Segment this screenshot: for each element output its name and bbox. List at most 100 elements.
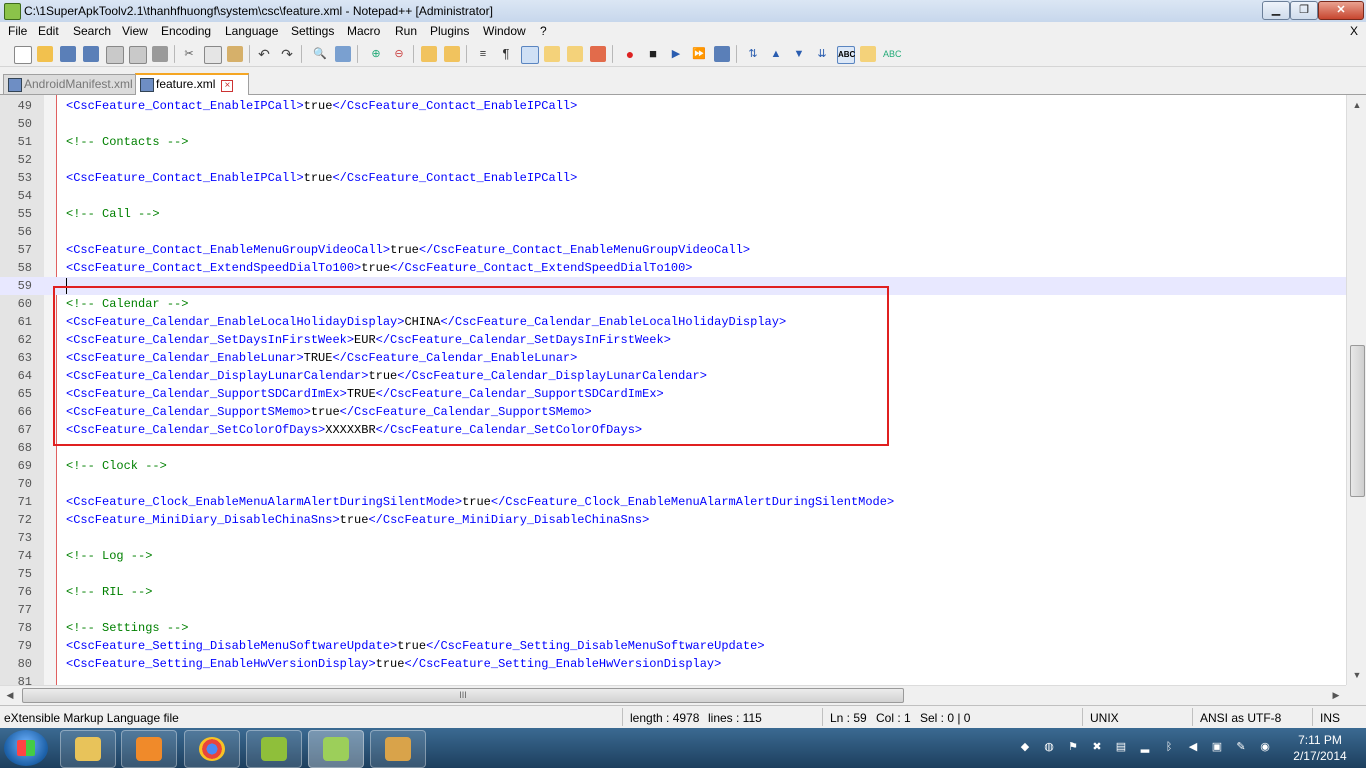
- monitor-tray-icon[interactable]: ▣: [1210, 740, 1224, 754]
- taskbar-paint[interactable]: [370, 730, 426, 768]
- menu-edit[interactable]: Edit: [38, 24, 59, 38]
- menu-help[interactable]: ?: [540, 24, 547, 38]
- menu-view[interactable]: View: [122, 24, 148, 38]
- status-eol[interactable]: UNIX: [1090, 711, 1119, 725]
- sync-vertical-icon[interactable]: [421, 46, 437, 62]
- bluetooth-tray-icon[interactable]: ᛒ: [1162, 740, 1176, 754]
- find-icon[interactable]: 🔍: [312, 46, 328, 62]
- scroll-down-arrow-icon[interactable]: ▼: [1349, 667, 1365, 683]
- code-line[interactable]: 51 <!-- Contacts -->: [0, 133, 1346, 151]
- tab-androidmanifest[interactable]: AndroidManifest.xml×: [3, 74, 152, 94]
- menu-plugins[interactable]: Plugins: [430, 24, 469, 38]
- code-line[interactable]: 56: [0, 223, 1346, 241]
- minimize-button[interactable]: ▁: [1262, 1, 1290, 20]
- redo-icon[interactable]: ↷: [279, 46, 295, 62]
- auto-spell-icon[interactable]: ABC: [883, 46, 902, 62]
- horizontal-scrollbar[interactable]: ◀ III ▶: [0, 685, 1346, 704]
- print-icon[interactable]: [152, 46, 168, 62]
- notepadpp-app-icon[interactable]: [4, 3, 21, 20]
- code-line[interactable]: 54: [0, 187, 1346, 205]
- code-line[interactable]: 49 <CscFeature_Contact_EnableIPCall>true<…: [0, 97, 1346, 115]
- taskbar-clock[interactable]: 7:11 PM 2/17/2014: [1288, 732, 1352, 764]
- code-line[interactable]: 71 <CscFeature_Clock_EnableMenuAlarmAlert…: [0, 493, 1346, 511]
- run-macro-multiple-icon[interactable]: ⏩: [691, 46, 707, 62]
- menu-language[interactable]: Language: [225, 24, 278, 38]
- code-line[interactable]: 75: [0, 565, 1346, 583]
- code-line[interactable]: 53 <CscFeature_Contact_EnableIPCall>true<…: [0, 169, 1346, 187]
- antivirus-tray-icon[interactable]: ✖: [1090, 740, 1104, 754]
- code-line[interactable]: 64 <CscFeature_Calendar_DisplayLunarCalen…: [0, 367, 1346, 385]
- code-line[interactable]: 76 <!-- RIL -->: [0, 583, 1346, 601]
- menu-window[interactable]: Window: [483, 24, 526, 38]
- horizontal-scroll-thumb[interactable]: III: [22, 688, 904, 703]
- network-tray-icon[interactable]: ◍: [1042, 740, 1056, 754]
- code-line[interactable]: 50: [0, 115, 1346, 133]
- user-language-icon[interactable]: [544, 46, 560, 62]
- compare-icon[interactable]: ⇅: [745, 46, 761, 62]
- code-line[interactable]: 62 <CscFeature_Calendar_SetDaysInFirstWee…: [0, 331, 1346, 349]
- save-macro-icon[interactable]: [714, 46, 730, 62]
- vertical-scroll-thumb[interactable]: [1350, 345, 1365, 497]
- zoom-in-icon[interactable]: ⊕: [368, 46, 384, 62]
- close-window-button[interactable]: ✕: [1318, 1, 1364, 20]
- code-line[interactable]: 57 <CscFeature_Contact_EnableMenuGroupVid…: [0, 241, 1346, 259]
- function-list-icon[interactable]: [590, 46, 606, 62]
- wifi-signal-tray-icon[interactable]: ▂: [1138, 740, 1152, 754]
- save-icon[interactable]: [60, 46, 76, 62]
- code-line[interactable]: 59: [0, 277, 1346, 295]
- vertical-scrollbar[interactable]: ▲ ▼: [1346, 95, 1366, 685]
- code-line[interactable]: 52: [0, 151, 1346, 169]
- code-line[interactable]: 67 <CscFeature_Calendar_SetColorOfDays>XX…: [0, 421, 1346, 439]
- scroll-up-arrow-icon[interactable]: ▲: [1349, 97, 1365, 113]
- zoom-out-icon[interactable]: ⊖: [391, 46, 407, 62]
- code-line[interactable]: 58 <CscFeature_Contact_ExtendSpeedDialTo1…: [0, 259, 1346, 277]
- close-file-icon[interactable]: [106, 46, 124, 64]
- menu-search[interactable]: Search: [73, 24, 111, 38]
- prev-diff-icon[interactable]: ▲: [768, 46, 784, 62]
- paste-icon[interactable]: [227, 46, 243, 62]
- volume-tray-icon[interactable]: ◀: [1186, 740, 1200, 754]
- taskbar-explorer[interactable]: [60, 730, 116, 768]
- doc-map-icon[interactable]: [567, 46, 583, 62]
- stop-macro-icon[interactable]: ■: [645, 46, 661, 62]
- code-line[interactable]: 65 <CscFeature_Calendar_SupportSDCardImEx…: [0, 385, 1346, 403]
- scroll-left-arrow-icon[interactable]: ◀: [2, 687, 18, 703]
- tools-tray-icon[interactable]: ✎: [1234, 740, 1248, 754]
- word-wrap-icon[interactable]: ≡: [475, 46, 491, 62]
- code-line[interactable]: 79 <CscFeature_Setting_DisableMenuSoftwar…: [0, 637, 1346, 655]
- start-button[interactable]: [4, 730, 48, 766]
- play-macro-icon[interactable]: ▶: [668, 46, 684, 62]
- flag-tray-icon[interactable]: ⚑: [1066, 740, 1080, 754]
- code-line[interactable]: 55 <!-- Call -->: [0, 205, 1346, 223]
- update-tray-icon[interactable]: ◉: [1258, 740, 1272, 754]
- tab-feature-xml[interactable]: feature.xml ×: [135, 73, 249, 96]
- show-all-chars-icon[interactable]: ¶: [498, 46, 514, 62]
- close-all-icon[interactable]: [129, 46, 147, 64]
- open-file-icon[interactable]: [37, 46, 53, 62]
- sync-horizontal-icon[interactable]: [444, 46, 460, 62]
- taskbar-apktool[interactable]: [246, 730, 302, 768]
- last-diff-icon[interactable]: ⇊: [814, 46, 830, 62]
- code-editor[interactable]: 49 <CscFeature_Contact_EnableIPCall>true<…: [0, 95, 1346, 685]
- indent-guide-icon[interactable]: [521, 46, 539, 64]
- menu-run[interactable]: Run: [395, 24, 417, 38]
- code-line[interactable]: 73: [0, 529, 1346, 547]
- menu-file[interactable]: File: [8, 24, 27, 38]
- usb-tray-icon[interactable]: ▤: [1114, 740, 1128, 754]
- record-macro-icon[interactable]: ●: [622, 46, 638, 62]
- replace-icon[interactable]: [335, 46, 351, 62]
- code-line[interactable]: 78 <!-- Settings -->: [0, 619, 1346, 637]
- next-diff-icon[interactable]: ▼: [791, 46, 807, 62]
- taskbar-media-player[interactable]: [121, 730, 177, 768]
- taskbar-chrome[interactable]: [184, 730, 240, 768]
- status-encoding[interactable]: ANSI as UTF-8: [1200, 711, 1281, 725]
- menu-macro[interactable]: Macro: [347, 24, 380, 38]
- code-line[interactable]: 72 <CscFeature_MiniDiary_DisableChinaSns>…: [0, 511, 1346, 529]
- menu-settings[interactable]: Settings: [291, 24, 334, 38]
- code-line[interactable]: 63 <CscFeature_Calendar_EnableLunar>TRUE<…: [0, 349, 1346, 367]
- code-line[interactable]: 70: [0, 475, 1346, 493]
- undo-icon[interactable]: ↶: [256, 46, 272, 62]
- code-line[interactable]: 69 <!-- Clock -->: [0, 457, 1346, 475]
- close-document-button[interactable]: X: [1350, 24, 1358, 38]
- code-line[interactable]: 81: [0, 673, 1346, 685]
